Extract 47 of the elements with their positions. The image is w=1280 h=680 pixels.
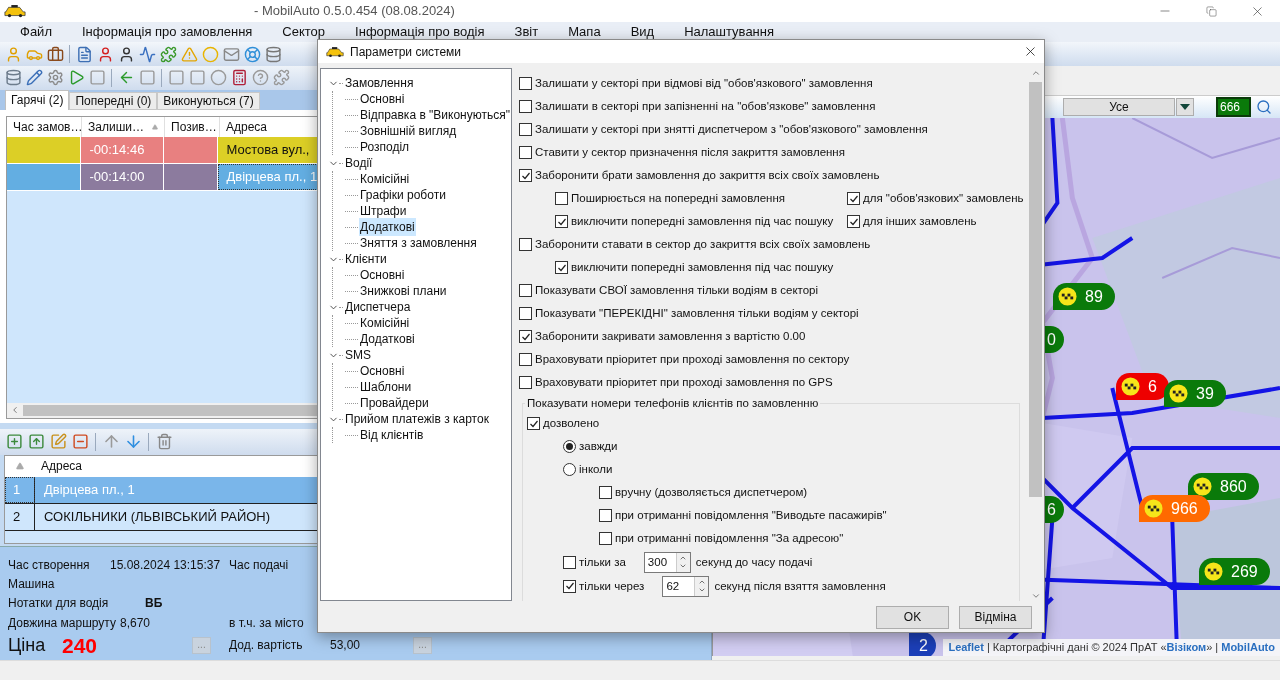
option-label: інколи	[579, 462, 613, 478]
option-label: Заборонити закривати замовлення з вартістю 0.00	[535, 328, 806, 344]
option-label: Залишати в секторі при запізненні на "обов'язкове" замовлення	[535, 98, 876, 114]
option-label: Залишати у секторі при відмові від "обов'язкового" замовлення	[535, 75, 873, 91]
group-title: Показувати номери телефонів клієнтів по замовленню	[526, 396, 820, 411]
option-label: Ставити у сектор призначення після закриття замовлення	[535, 144, 845, 160]
option-label: тільки за	[579, 554, 626, 570]
option-label: тільки через	[579, 578, 645, 594]
option-label: дозволено	[543, 416, 600, 432]
field-label: Дод. вартість	[229, 637, 304, 655]
field-value: 53,00	[330, 637, 362, 655]
row-number: 2	[5, 503, 35, 530]
window-title: - MobilAuto 0.5.0.454 (08.08.2024)	[254, 2, 455, 21]
field-label: Час створення	[8, 556, 91, 574]
option-label: виключити попередні замовлення під час пошуку	[571, 213, 834, 229]
field-label: в т.ч. за місто	[229, 615, 304, 633]
field-value: 15.08.2024 13:15:37	[110, 556, 222, 574]
table-cell-text: Двірцева пл., 1	[43, 480, 136, 499]
field-value: 8,670	[120, 615, 152, 633]
price-label: Ціна	[8, 633, 47, 657]
option-label: вручну (дозволяється диспетчером)	[615, 485, 808, 501]
dialog-title: Параметри системи	[350, 43, 462, 61]
price-value: 240	[62, 632, 99, 659]
option-label: виключити попередні замовлення під час пошуку	[571, 259, 834, 275]
option-label: при отриманні повідомлення "За адресою"	[615, 531, 844, 547]
row-number: 1	[5, 476, 35, 503]
field-label: Довжина маршруту	[8, 615, 117, 633]
option-label: Враховувати пріоритет при проході замовлення по GPS	[535, 374, 833, 390]
field-label: Нотатки для водія	[8, 595, 110, 613]
option-label: секунд до часу подачі	[695, 554, 813, 570]
option-label: Заборонити ставати в сектор до закриття всіх своїх замовлень	[535, 236, 871, 252]
option-label: Показувати СВОЇ замовлення тільки водіям в секторі	[535, 282, 819, 298]
option-label: Залишати у секторі при знятті диспетчером з "обов'язкового" замовлення	[535, 121, 928, 137]
option-label: Враховувати пріоритет при проході замовлення по сектору	[535, 351, 850, 367]
option-label: Заборонити брати замовлення до закриття всіх своїх замовлень	[535, 167, 880, 183]
field-label: Час подачі	[229, 556, 289, 574]
option-label: секунд після взяття замовлення	[714, 578, 886, 594]
option-label: для інших замовлень	[863, 213, 977, 229]
option-label: Поширюється на попередні замовлення	[571, 190, 786, 206]
field-value: ВБ	[145, 595, 163, 613]
option-label: при отриманні повідомлення "Виводьте пасажирів"	[615, 508, 887, 524]
option-label: для "обов'язкових" замовлень	[863, 190, 1024, 206]
field-label: Машина	[8, 575, 55, 593]
option-label: Показувати "ПЕРЕКІДНІ" замовлення тільки водіям у секторі	[535, 305, 859, 321]
option-label: завжди	[579, 439, 618, 455]
map-attribution: Leaflet | Картографічні дані © 2024 ПрАТ «Візіком» | MobilAuto	[943, 639, 1280, 656]
table-cell-text: СОКІЛЬНИКИ (ЛЬВІВСЬКИЙ РАЙОН)	[43, 507, 272, 526]
